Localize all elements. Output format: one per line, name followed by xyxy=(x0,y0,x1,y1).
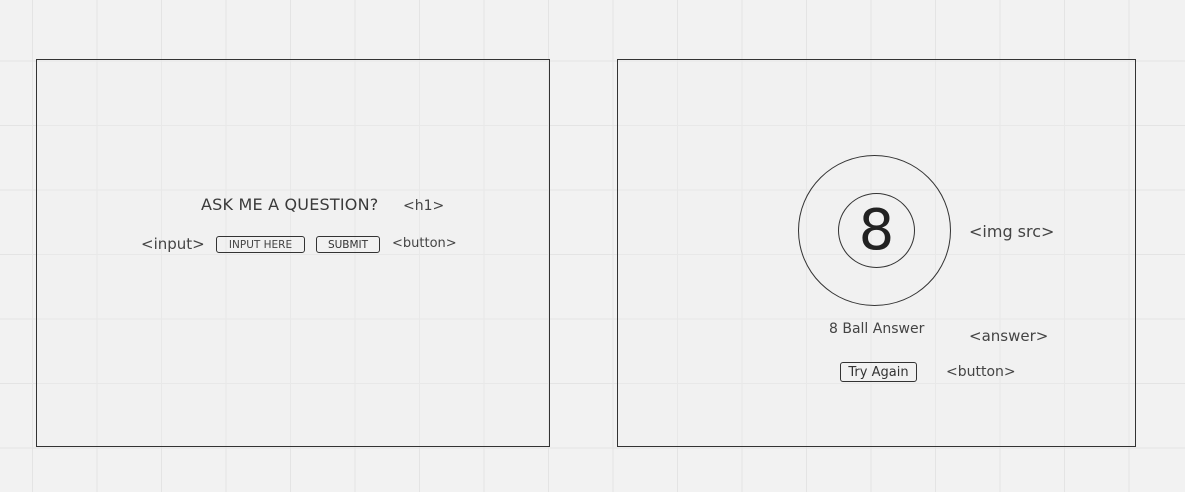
eight-ball-number: 8 xyxy=(858,197,895,263)
button-tag-annotation: <button> xyxy=(392,236,457,251)
question-input[interactable]: INPUT HERE xyxy=(216,236,305,253)
page-title: ASK ME A QUESTION? xyxy=(201,195,379,214)
answer-tag-annotation: <answer> xyxy=(969,327,1049,345)
img-tag-annotation: <img src> xyxy=(969,222,1055,241)
eight-ball-answer-text: 8 Ball Answer xyxy=(829,321,925,337)
input-tag-annotation: <input> xyxy=(141,235,205,253)
h1-tag-annotation: <h1> xyxy=(403,198,445,214)
try-again-button[interactable]: Try Again xyxy=(840,362,917,382)
submit-button[interactable]: SUBMIT xyxy=(316,236,380,253)
button-tag-annotation-right: <button> xyxy=(946,364,1016,380)
wireframe-question-screen xyxy=(36,59,550,447)
eight-ball-inner-circle: 8 xyxy=(838,193,915,268)
